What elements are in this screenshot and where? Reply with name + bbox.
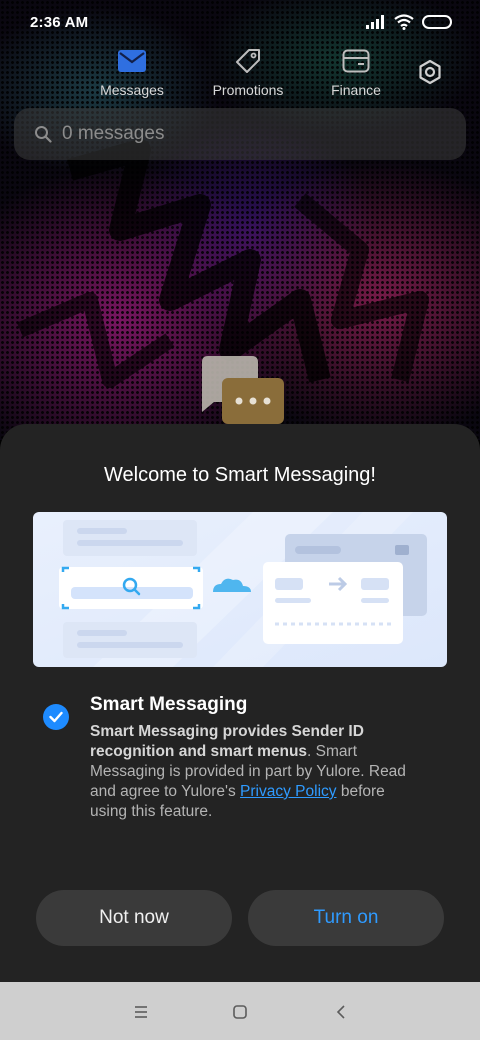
menu-icon [135,1006,147,1018]
checkmark-icon [49,711,63,723]
smart-messaging-checkbox[interactable] [43,704,69,730]
signal-icon [366,15,384,29]
back-chevron-icon [336,1005,345,1019]
privacy-policy-link[interactable]: Privacy Policy [240,783,336,800]
home-button[interactable] [228,1000,252,1024]
home-square-icon [233,1005,247,1019]
option-description: Smart Messaging provides Sender ID recog… [90,722,410,822]
category-tabs: Messages Promotions Finance [0,44,480,104]
card-icon [342,49,370,73]
wifi-icon [394,14,414,30]
settings-button[interactable] [414,56,446,88]
tag-icon [236,49,260,73]
tab-finance[interactable]: Finance [296,44,416,98]
welcome-dialog: Welcome to Smart Messaging! Smart Messag… [0,424,480,982]
battery-icon [422,15,452,29]
gear-icon [419,59,441,85]
dialog-title: Welcome to Smart Messaging! [104,464,376,486]
option-title: Smart Messaging [90,694,248,715]
tab-promotions[interactable]: Promotions [188,44,308,98]
chat-bubbles-icon [202,356,284,424]
recents-button[interactable] [129,1000,153,1024]
envelope-icon [118,50,146,72]
search-icon [35,126,52,143]
tab-label: Promotions [212,82,284,98]
back-button[interactable] [329,1000,353,1024]
status-icons [366,14,452,30]
not-now-button[interactable]: Not now [36,890,232,946]
search-placeholder: 0 messages [62,123,165,144]
tab-label: Messages [100,82,164,98]
status-time: 2:36 AM [30,13,89,31]
tab-messages[interactable]: Messages [72,44,192,98]
system-navigation-bar [0,982,480,1040]
tab-label: Finance [331,82,381,98]
search-bar[interactable]: 0 messages [14,108,466,160]
feature-illustration [33,512,447,667]
turn-on-button[interactable]: Turn on [248,890,444,946]
status-bar: 2:36 AM [0,0,480,44]
